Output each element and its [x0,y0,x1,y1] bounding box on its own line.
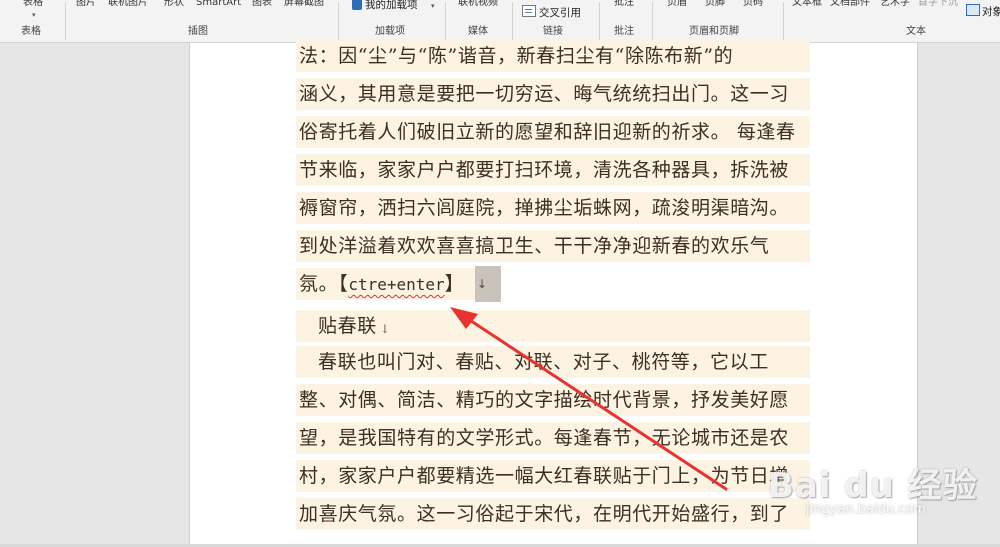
arrow-head [450,307,478,329]
annotation-arrow [450,307,728,491]
arrow-shaft [460,313,728,491]
